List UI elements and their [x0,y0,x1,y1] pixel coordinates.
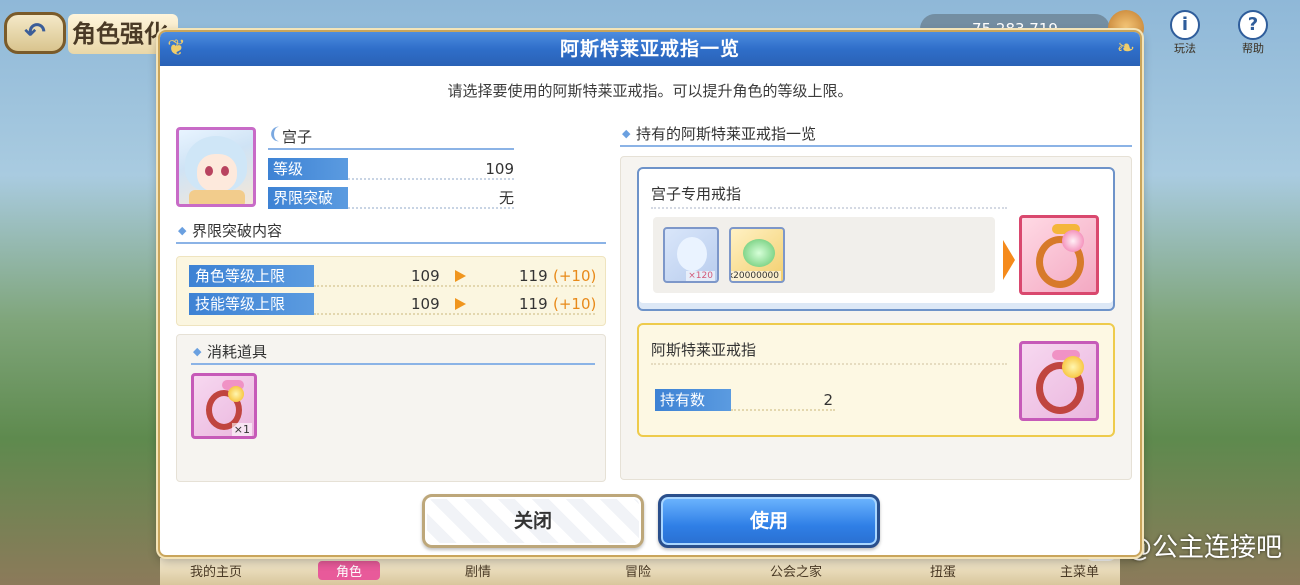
help-button[interactable]: ? 帮助 [1228,10,1278,60]
char-level-cap-bonus: (+10) [553,267,597,285]
astraea-ring-card[interactable]: 阿斯特莱亚戒指 持有数 2 [637,323,1115,437]
astraea-ring-title: 阿斯特莱亚戒指 [651,341,757,359]
level-value: 109 [485,160,514,178]
nav-story[interactable]: 剧情 [465,561,491,580]
nav-gacha[interactable]: 扭蛋 [930,561,956,580]
help-label: 帮助 [1242,42,1264,55]
back-button[interactable]: ↶ [4,12,66,54]
char-level-cap-to: 119 [519,267,548,285]
ring-list-dialog: ❦ 阿斯特莱亚戒指一览 ❧ 请选择要使用的阿斯特莱亚戒指。可以提升角色的等级上限… [158,30,1142,557]
exclusive-ring-title: 宫子专用戒指 [651,185,742,203]
arrow-right-icon [455,298,466,310]
nav-character[interactable]: 角色 [318,561,381,580]
ornament-icon: ❦ [167,36,187,61]
char-level-cap-from: 109 [411,267,440,285]
owned-rings-panel: 宫子专用戒指 ×120 x20000000 阿斯特莱亚戒指 持有数 2 [620,156,1132,480]
consumables-title: 消耗道具 [191,341,595,365]
limit-break-section-title: 界限突破内容 [176,220,606,244]
arrow-right-icon [455,270,466,282]
owned-count-value: 2 [823,391,833,409]
character-name: 宫子 [268,124,514,150]
limit-break-value: 无 [498,189,514,207]
exclusive-ring-card[interactable]: 宫子专用戒指 ×120 x20000000 [637,167,1115,311]
memory-piece-quantity: ×120 [686,271,715,281]
info-icon: i [1170,10,1200,40]
skill-level-cap-label: 技能等级上限 [189,293,314,315]
astraea-ring-icon[interactable] [1019,341,1099,421]
use-button[interactable]: 使用 [658,494,880,548]
owned-count-label: 持有数 [655,389,731,411]
level-row: 等级 109 [268,158,514,180]
arrow-right-icon [1003,240,1015,280]
close-button[interactable]: 关闭 [422,494,644,548]
level-label: 等级 [268,158,348,180]
nav-home[interactable]: 我的主页 [190,561,242,580]
back-arrow-icon: ↶ [24,18,46,48]
miyako-memory-piece-icon[interactable]: ×120 [663,227,719,283]
materials-box: ×120 x20000000 [653,217,995,293]
limit-break-panel: 角色等级上限 109 119 (+10) 技能等级上限 109 119 (+10… [176,256,606,326]
mana-gem-icon[interactable]: x20000000 [729,227,785,283]
dialog-header: ❦ 阿斯特莱亚戒指一览 ❧ [160,32,1140,66]
character-portrait [176,127,256,207]
consumables-panel: 消耗道具 ×1 [176,334,606,482]
dialog-subtitle: 请选择要使用的阿斯特莱亚戒指。可以提升角色的等级上限。 [447,82,853,100]
astraea-ring-icon[interactable]: ×1 [191,373,257,439]
skill-level-cap-to: 119 [519,295,548,313]
watermark-text: @公主连接吧 [1125,533,1282,563]
owned-rings-title: 持有的阿斯特莱亚戒指一览 [620,123,1132,147]
dialog-title: 阿斯特莱亚戒指一览 [559,38,740,60]
char-level-cap-label: 角色等级上限 [189,265,314,287]
help-icon: ? [1238,10,1268,40]
item-quantity: ×1 [231,423,252,436]
char-level-cap-row: 角色等级上限 109 119 (+10) [189,265,597,287]
nav-guild-house[interactable]: 公会之家 [770,561,822,580]
ornament-icon: ❧ [1116,36,1136,61]
miyako-exclusive-ring-icon[interactable] [1019,215,1099,295]
limit-break-row: 界限突破 无 [268,187,514,209]
nav-adventure[interactable]: 冒险 [625,561,651,580]
skill-level-cap-from: 109 [411,295,440,313]
owned-count-row: 持有数 2 [655,389,835,411]
limit-break-label: 界限突破 [268,187,348,209]
mana-quantity: x20000000 [731,271,781,281]
bottom-nav: 我的主页 角色 剧情 冒险 公会之家 扭蛋 主菜单 [160,558,1120,585]
skill-level-cap-bonus: (+10) [553,295,597,313]
gameplay-button[interactable]: i 玩法 [1160,10,1210,60]
gameplay-label: 玩法 [1174,42,1196,55]
skill-level-cap-row: 技能等级上限 109 119 (+10) [189,293,597,315]
